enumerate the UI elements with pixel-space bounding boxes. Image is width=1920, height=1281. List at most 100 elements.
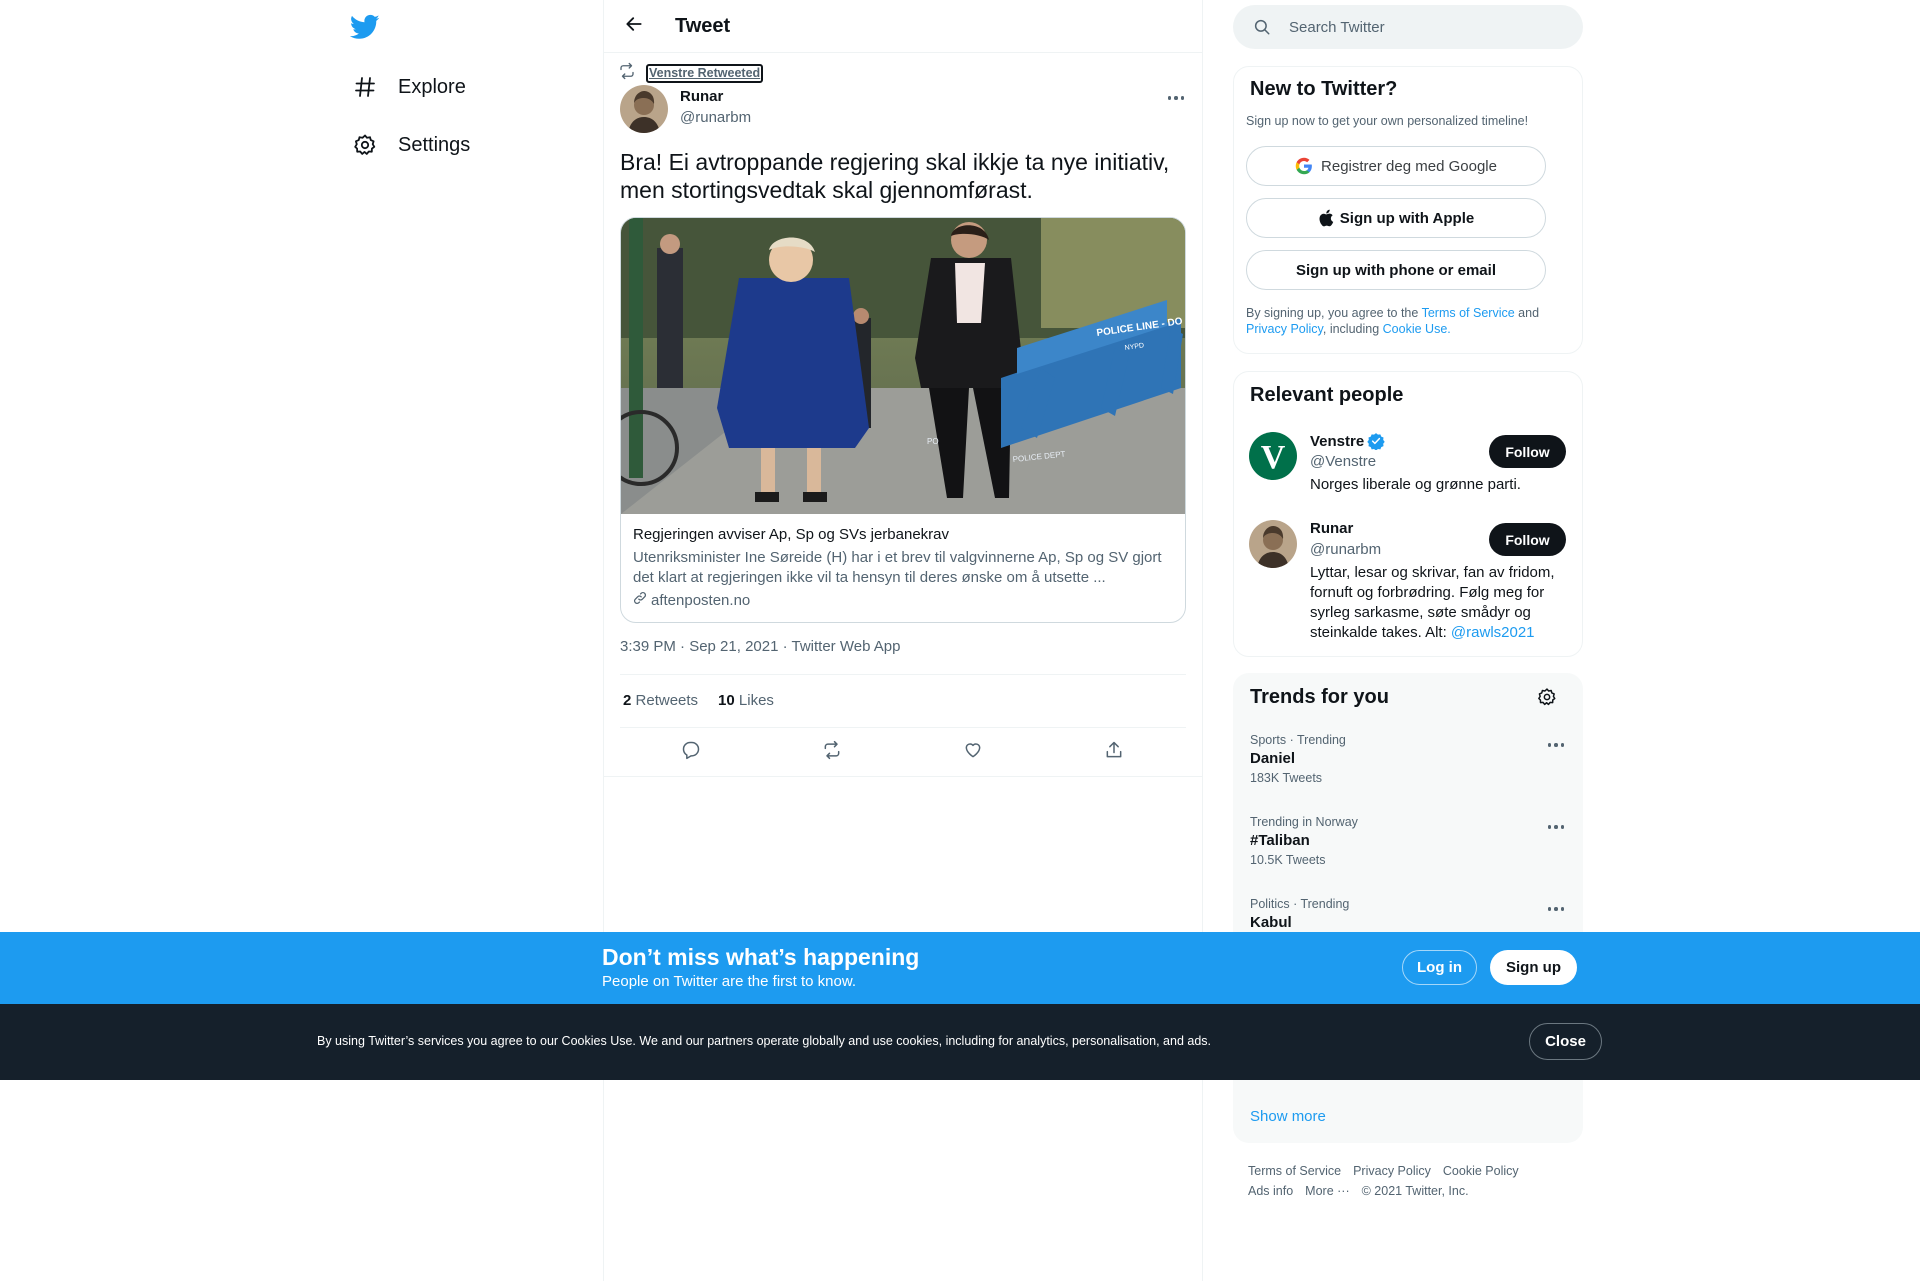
more-options-icon[interactable] (1541, 735, 1571, 755)
more-options-icon[interactable] (1541, 817, 1571, 837)
arrow-left-icon (624, 14, 644, 39)
nav-label-explore: Explore (398, 75, 466, 98)
show-more-link[interactable]: Show more (1250, 1108, 1326, 1125)
person-avatar[interactable]: V (1249, 432, 1297, 480)
person-name[interactable]: Runar (1310, 520, 1353, 537)
signup-apple-button[interactable]: Sign up with Apple (1246, 198, 1546, 238)
follow-button[interactable]: Follow (1489, 435, 1566, 468)
tweet-text: Bra! Ei avtroppande regjering skal ikkje… (620, 149, 1170, 203)
signup-phone-label: Sign up with phone or email (1295, 261, 1496, 279)
login-prompt-subtitle: People on Twitter are the first to know. (602, 973, 857, 990)
card-image: POLICE LINE - DO NOT CROSS NYPD POLICE D… (621, 218, 1185, 514)
reply-icon (681, 740, 701, 765)
footer-more-link[interactable]: More ··· (1305, 1184, 1349, 1198)
card-description: Utenriksminister Ine Søreide (H) har i e… (633, 549, 1162, 586)
nav-item-explore[interactable]: Explore (352, 69, 466, 105)
share-icon (1104, 740, 1124, 765)
signup-google-button[interactable]: Registrer deg med Google (1246, 146, 1546, 186)
signup-panel-title: New to Twitter? (1250, 78, 1398, 100)
footer-ads-link[interactable]: Ads info (1248, 1184, 1293, 1198)
login-button[interactable]: Log in (1402, 950, 1477, 985)
footer-terms-link[interactable]: Terms of Service (1248, 1164, 1341, 1178)
trend-meta: Politics · Trending (1250, 897, 1350, 911)
tweet-stats: 2 Retweets 10 Likes (623, 692, 774, 709)
login-prompt-title: Don’t miss what’s happening (602, 944, 920, 970)
follow-button[interactable]: Follow (1489, 523, 1566, 556)
retweet-context: Venstre Retweeted (618, 62, 764, 85)
trend-item[interactable]: Trending in Norway #Taliban 10.5K Tweets (1250, 815, 1570, 867)
reply-button[interactable] (673, 734, 709, 770)
hashtag-icon (352, 74, 378, 100)
venstre-logo-letter: V (1261, 439, 1286, 476)
retweet-icon (822, 740, 842, 765)
heart-icon (963, 740, 983, 765)
likes-label: Likes (738, 692, 774, 709)
verified-badge-icon (1367, 432, 1385, 450)
author-handle[interactable]: @runarbm (680, 109, 751, 126)
link-icon (633, 591, 647, 609)
nav-label-settings: Settings (398, 133, 471, 156)
search-bar[interactable] (1233, 5, 1583, 49)
tweet-timestamp[interactable]: 3:39 PM · Sep 21, 2021 · Twitter Web App (620, 638, 900, 655)
more-options-icon[interactable] (1161, 88, 1191, 108)
likes-stat[interactable]: 10 Likes (718, 692, 774, 709)
gear-icon (352, 132, 378, 158)
trend-item[interactable]: Politics · Trending Kabul (1250, 897, 1570, 931)
divider (620, 674, 1186, 675)
privacy-link[interactable]: Privacy Policy (1246, 322, 1323, 336)
twitter-logo-icon[interactable] (349, 12, 380, 42)
retweet-button[interactable] (814, 734, 850, 770)
share-button[interactable] (1096, 734, 1132, 770)
signup-button[interactable]: Sign up (1490, 950, 1577, 985)
retweets-label: Retweets (635, 692, 699, 709)
trends-title: Trends for you (1250, 686, 1389, 708)
person-bio: Norges liberale og grønne parti. (1310, 476, 1521, 493)
retweets-stat[interactable]: 2 Retweets (623, 692, 698, 709)
footer-privacy-link[interactable]: Privacy Policy (1353, 1164, 1431, 1178)
footer-copyright: © 2021 Twitter, Inc. (1361, 1184, 1469, 1198)
trend-name: #Taliban (1250, 832, 1310, 849)
footer-cookie-link[interactable]: Cookie Policy (1443, 1164, 1519, 1178)
signup-panel-subtitle: Sign up now to get your own personalized… (1246, 114, 1529, 128)
search-input[interactable] (1289, 18, 1559, 36)
retweet-icon (618, 62, 636, 85)
footer-links-row: Terms of Service Privacy Policy Cookie P… (1248, 1164, 1519, 1178)
like-button[interactable] (955, 734, 991, 770)
cookie-use-link[interactable]: Cookie Use. (1383, 322, 1451, 336)
nav-item-settings[interactable]: Settings (352, 127, 470, 163)
person-handle[interactable]: @runarbm (1310, 541, 1381, 558)
page-title: Tweet (675, 14, 731, 37)
bio-mention-link[interactable]: @rawls2021 (1451, 624, 1535, 641)
main-header: Tweet (603, 0, 1203, 53)
author-avatar[interactable] (620, 85, 668, 133)
trend-item[interactable]: Sports · Trending Daniel 183K Tweets (1250, 733, 1570, 785)
legal-and: and (1518, 306, 1540, 320)
footer-links-row: Ads info More ··· © 2021 Twitter, Inc. (1248, 1184, 1469, 1198)
trend-count: 10.5K Tweets (1250, 853, 1326, 867)
more-options-icon[interactable] (1541, 899, 1571, 919)
signup-apple-label: Sign up with Apple (1339, 209, 1475, 227)
legal-including: , including (1322, 322, 1380, 336)
signup-google-label: Registrer deg med Google (1321, 157, 1497, 175)
person-name[interactable]: Venstre (1310, 432, 1385, 450)
trend-name: Kabul (1250, 914, 1292, 931)
likes-count: 10 (718, 692, 735, 709)
person-avatar[interactable] (1249, 520, 1297, 568)
person-handle[interactable]: @Venstre (1310, 453, 1376, 470)
author-name[interactable]: Runar (680, 88, 723, 105)
gear-icon[interactable] (1537, 687, 1557, 712)
terms-link[interactable]: Terms of Service (1422, 306, 1515, 320)
trend-meta: Sports · Trending (1250, 733, 1346, 747)
signup-phone-button[interactable]: Sign up with phone or email (1246, 250, 1546, 290)
legal-prefix: By signing up, you agree to the (1246, 306, 1419, 320)
cookie-close-button[interactable]: Close (1529, 1023, 1602, 1060)
link-card[interactable]: POLICE LINE - DO NOT CROSS NYPD POLICE D… (620, 217, 1186, 623)
person-name-text: Venstre (1310, 432, 1365, 450)
card-domain-text: aftenposten.no (651, 591, 751, 609)
login-prompt-bar (0, 932, 1920, 1004)
retweeted-by-link[interactable]: Venstre Retweeted (646, 64, 764, 83)
back-button[interactable] (617, 9, 651, 43)
cookie-banner-text: By using Twitter’s services you agree to… (317, 1034, 1212, 1048)
signup-legal-text: By signing up, you agree to the Terms of… (1246, 305, 1556, 337)
card-image-sign-po: PO (927, 437, 939, 446)
